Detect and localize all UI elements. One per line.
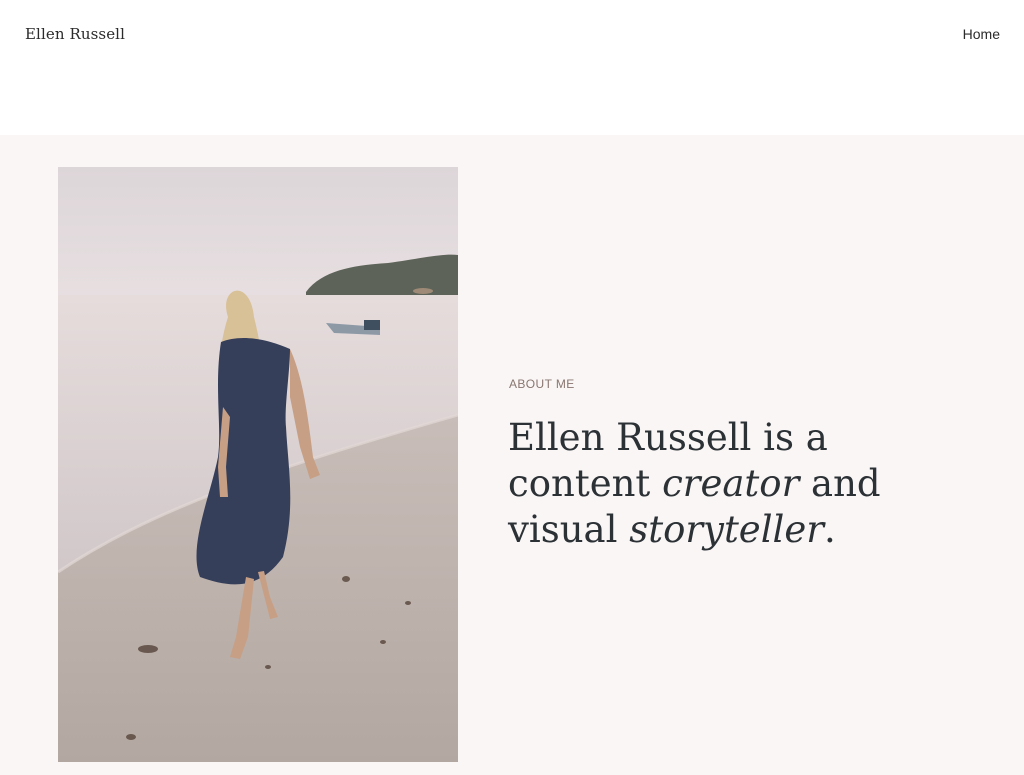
beach-photo-illustration [58,167,458,762]
about-hero: ABOUT ME Ellen Russell is a content crea… [0,135,1024,775]
site-title-link[interactable]: Ellen Russell [25,25,125,43]
hero-headline: Ellen Russell is a content creator and v… [508,415,928,553]
nav-item-home[interactable]: Home [963,26,1000,42]
section-kicker: ABOUT ME [509,377,575,391]
hero-photo [58,167,458,762]
headline-emphasis-creator: creator [662,462,800,505]
site-header: Ellen Russell Home [0,0,1024,135]
headline-text-3: . [823,508,836,551]
headline-emphasis-storyteller: storyteller [629,508,824,551]
